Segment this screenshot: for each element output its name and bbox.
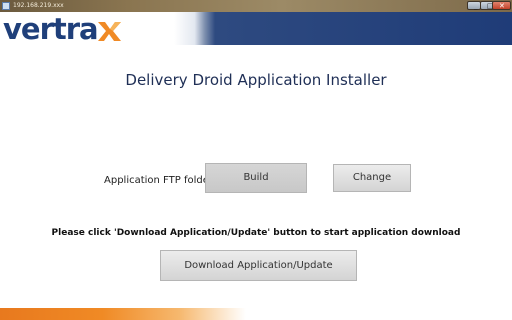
download-update-button[interactable]: Download Application/Update: [160, 250, 357, 281]
ftp-folder-label: Application FTP folder:: [104, 175, 217, 186]
vertrax-logo: vertra: [3, 13, 122, 46]
page-title: Delivery Droid Application Installer: [125, 71, 387, 89]
window-titlebar[interactable]: 192.168.219.xxx _ □ ✕: [0, 0, 512, 12]
app-icon: [2, 2, 10, 10]
window-title: 192.168.219.xxx: [13, 2, 64, 9]
logo-text: vertra: [3, 12, 99, 46]
close-button[interactable]: ✕: [492, 1, 511, 10]
minimize-button[interactable]: _: [467, 1, 481, 10]
download-instruction: Please click 'Download Application/Updat…: [51, 228, 461, 238]
logo-x-icon: [97, 22, 121, 41]
brand-footer-bar: [0, 308, 512, 320]
build-button[interactable]: Build: [205, 163, 307, 193]
change-button[interactable]: Change: [333, 164, 411, 192]
